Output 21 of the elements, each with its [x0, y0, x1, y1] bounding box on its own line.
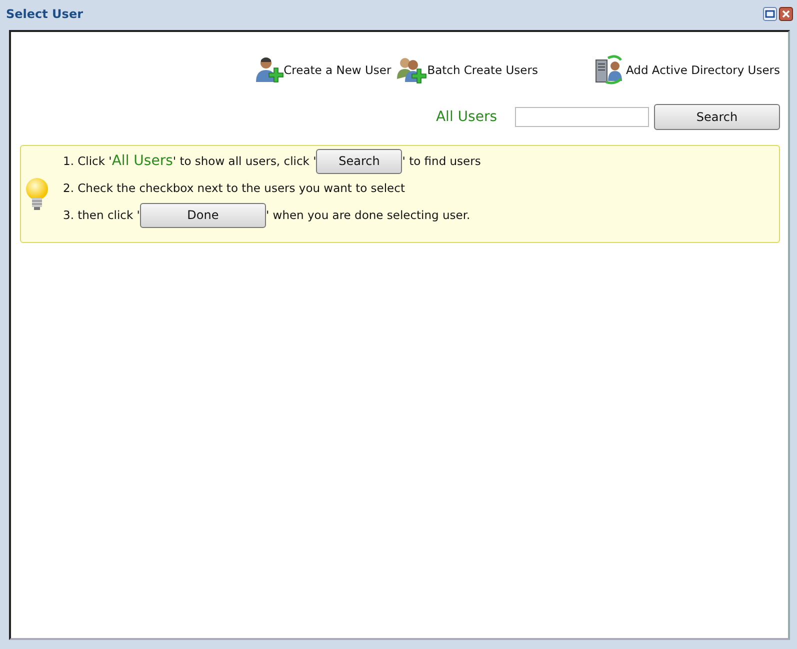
- instruction-text: 3. then click ': [63, 208, 140, 222]
- action-link[interactable]: Create a New User: [254, 54, 392, 86]
- search-field[interactable]: [515, 107, 649, 127]
- window-title: Select User: [6, 7, 84, 21]
- add-users-icon: [397, 55, 428, 85]
- instruction-text: ' when you are done selecting user.: [266, 208, 470, 222]
- action-link[interactable]: Add Active Directory Users: [594, 54, 780, 86]
- add-user-icon: [254, 55, 284, 85]
- instruction-text: 1. Click ': [63, 154, 112, 168]
- close-icon[interactable]: [779, 7, 793, 21]
- search-button[interactable]: Search: [654, 104, 780, 130]
- instruction-text: ' to show all users, click ': [172, 154, 316, 168]
- instruction-text: ' to find users: [402, 154, 481, 168]
- search-button[interactable]: Search: [316, 148, 402, 174]
- instruction-text: 2. Check the checkbox next to the users you want to select: [63, 181, 405, 195]
- done-button[interactable]: Done: [140, 202, 266, 228]
- action-link[interactable]: Batch Create Users: [397, 54, 538, 86]
- all-users-link[interactable]: All Users: [436, 109, 497, 125]
- maximize-icon[interactable]: [763, 7, 777, 21]
- all-users-link[interactable]: All Users: [112, 153, 173, 169]
- lightbulb-icon: [24, 176, 50, 212]
